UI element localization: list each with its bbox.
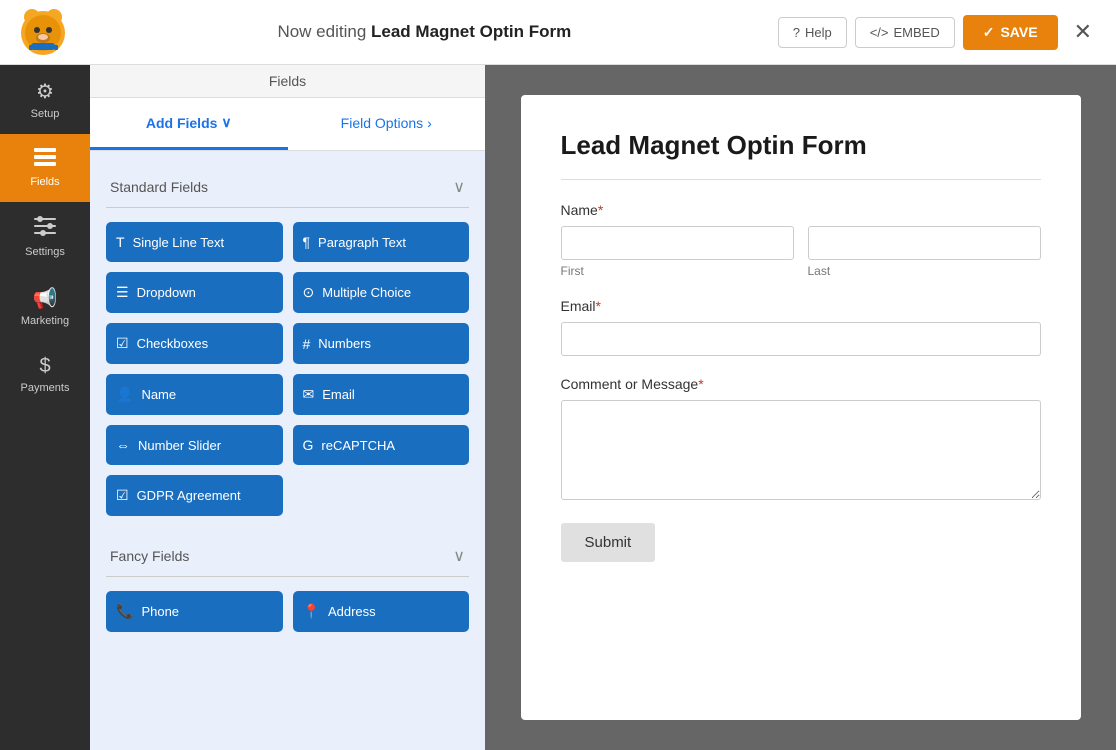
standard-fields-label: Standard Fields [110, 179, 208, 195]
message-label: Comment or Message* [561, 376, 1041, 392]
sidebar-item-payments[interactable]: $ Payments [0, 341, 90, 408]
last-name-field: Last [808, 226, 1041, 278]
name-required: * [598, 202, 603, 218]
form-preview: Lead Magnet Optin Form Name* First Last [485, 65, 1116, 750]
field-btn-name[interactable]: 👤 Name [106, 374, 283, 415]
standard-fields-chevron: ∨ [453, 177, 465, 197]
form-card: Lead Magnet Optin Form Name* First Last [521, 95, 1081, 720]
email-label: Email* [561, 298, 1041, 314]
editing-title: Now editing Lead Magnet Optin Form [83, 22, 766, 42]
gdpr-icon: ☑ [116, 487, 129, 504]
top-actions: ? Help </> EMBED ✓ SAVE ✕ [778, 15, 1100, 50]
check-icon: ✓ [983, 24, 995, 41]
left-sidebar: ⚙ Setup Fields [0, 65, 90, 750]
checkboxes-icon: ☑ [116, 335, 129, 352]
number-slider-icon: ⇔ [116, 437, 130, 453]
field-btn-multiple-choice[interactable]: ⊙ Multiple Choice [293, 272, 470, 313]
field-btn-phone[interactable]: 📞 Phone [106, 591, 283, 632]
numbers-icon: # [303, 336, 311, 352]
fields-content: Standard Fields ∨ T Single Line Text ¶ P… [90, 151, 485, 750]
first-name-input[interactable] [561, 226, 794, 260]
main-layout: ⚙ Setup Fields [0, 65, 1116, 750]
fancy-fields-header[interactable]: Fancy Fields ∨ [106, 536, 469, 577]
sidebar-label-settings: Settings [25, 246, 65, 258]
fields-icon [34, 148, 56, 172]
payments-icon: $ [39, 355, 50, 378]
first-name-field: First [561, 226, 794, 278]
gear-icon: ⚙ [36, 79, 54, 104]
fields-tabs: Add Fields ∨ Field Options › [90, 98, 485, 151]
chevron-down-icon: ∨ [221, 114, 231, 131]
form-group-message: Comment or Message* [561, 376, 1041, 503]
code-icon: </> [870, 25, 889, 40]
field-btn-numbers[interactable]: # Numbers [293, 323, 470, 364]
phone-icon: 📞 [116, 603, 133, 620]
email-input[interactable] [561, 322, 1041, 356]
sidebar-label-setup: Setup [31, 108, 60, 120]
top-bar: Now editing Lead Magnet Optin Form ? Hel… [0, 0, 1116, 65]
fields-panel: Fields Add Fields ∨ Field Options › Stan… [90, 65, 485, 750]
field-btn-address[interactable]: 📍 Address [293, 591, 470, 632]
single-line-text-icon: T [116, 234, 125, 250]
last-name-input[interactable] [808, 226, 1041, 260]
fancy-fields-section: Fancy Fields ∨ 📞 Phone 📍 Address [106, 536, 469, 632]
help-icon: ? [793, 25, 800, 40]
tab-field-options[interactable]: Field Options › [288, 98, 486, 150]
recaptcha-icon: G [303, 437, 314, 453]
fancy-fields-chevron: ∨ [453, 546, 465, 566]
field-btn-email[interactable]: ✉ Email [293, 374, 470, 415]
logo [16, 5, 71, 60]
form-group-email: Email* [561, 298, 1041, 356]
field-btn-number-slider[interactable]: ⇔ Number Slider [106, 425, 283, 465]
name-fields-row: First Last [561, 226, 1041, 278]
help-button[interactable]: ? Help [778, 17, 847, 48]
settings-icon [34, 216, 56, 242]
form-divider [561, 179, 1041, 180]
field-btn-paragraph-text[interactable]: ¶ Paragraph Text [293, 222, 470, 262]
marketing-icon: 📢 [33, 286, 58, 311]
panel-top-label: Fields [90, 65, 485, 98]
paragraph-text-icon: ¶ [303, 234, 311, 250]
email-icon: ✉ [303, 386, 315, 403]
name-icon: 👤 [116, 386, 133, 403]
submit-button[interactable]: Submit [561, 523, 656, 562]
standard-fields-header[interactable]: Standard Fields ∨ [106, 167, 469, 208]
sidebar-item-setup[interactable]: ⚙ Setup [0, 65, 90, 134]
sidebar-item-settings[interactable]: Settings [0, 202, 90, 272]
sidebar-label-fields: Fields [30, 176, 59, 188]
email-required: * [596, 298, 601, 314]
field-btn-single-line-text[interactable]: T Single Line Text [106, 222, 283, 262]
chevron-right-icon: › [427, 115, 432, 131]
fancy-fields-label: Fancy Fields [110, 548, 189, 564]
last-label: Last [808, 264, 1041, 278]
form-title: Lead Magnet Optin Form [561, 130, 1041, 161]
save-button[interactable]: ✓ SAVE [963, 15, 1058, 50]
sidebar-label-marketing: Marketing [21, 315, 69, 327]
name-label: Name* [561, 202, 1041, 218]
field-btn-gdpr[interactable]: ☑ GDPR Agreement [106, 475, 283, 516]
dropdown-icon: ☰ [116, 284, 129, 301]
fancy-fields-grid: 📞 Phone 📍 Address [106, 591, 469, 632]
sidebar-item-fields[interactable]: Fields [0, 134, 90, 202]
address-icon: 📍 [303, 603, 320, 620]
standard-fields-grid: T Single Line Text ¶ Paragraph Text ☰ Dr… [106, 222, 469, 516]
embed-button[interactable]: </> EMBED [855, 17, 955, 48]
tab-add-fields[interactable]: Add Fields ∨ [90, 98, 288, 150]
first-label: First [561, 264, 794, 278]
field-btn-recaptcha[interactable]: G reCAPTCHA [293, 425, 470, 465]
message-textarea[interactable] [561, 400, 1041, 500]
field-btn-dropdown[interactable]: ☰ Dropdown [106, 272, 283, 313]
close-button[interactable]: ✕ [1066, 15, 1100, 49]
multiple-choice-icon: ⊙ [303, 284, 315, 301]
message-required: * [698, 376, 703, 392]
sidebar-item-marketing[interactable]: 📢 Marketing [0, 272, 90, 341]
field-btn-checkboxes[interactable]: ☑ Checkboxes [106, 323, 283, 364]
sidebar-label-payments: Payments [21, 382, 70, 394]
form-group-name: Name* First Last [561, 202, 1041, 278]
